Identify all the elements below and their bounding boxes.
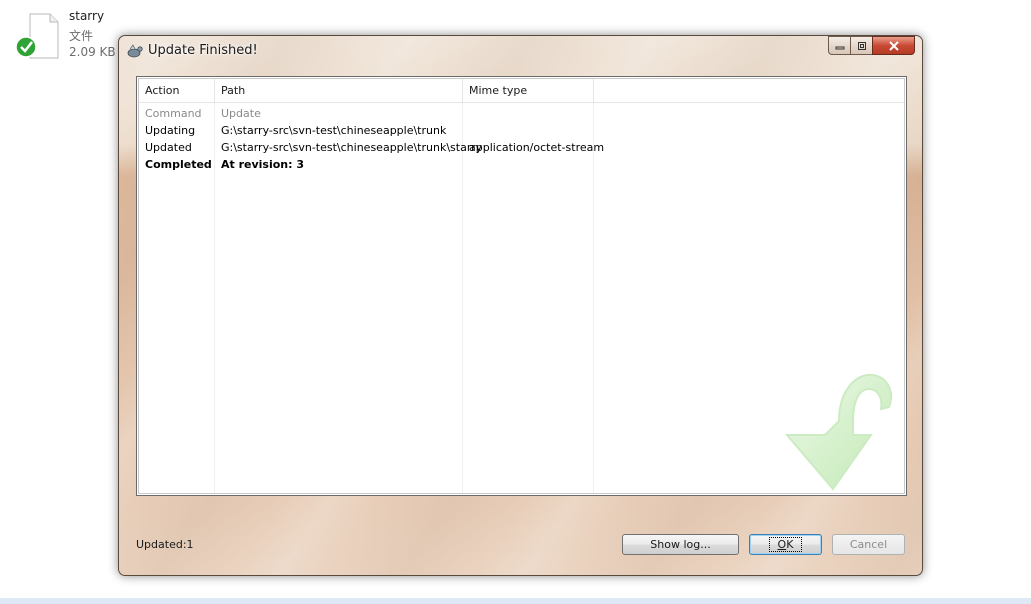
update-finished-dialog: Update Finished! Action Path Mime type C… [118,35,923,576]
column-header-action[interactable]: Action [139,79,215,102]
ok-mnemonic: O [777,538,787,551]
close-button[interactable] [872,36,915,55]
action-cell: Updated [145,141,192,154]
action-cell: Command [145,107,202,120]
minimize-button[interactable] [828,36,850,55]
tortoisesvn-icon [127,44,143,58]
action-cell: Updating [145,124,196,137]
ok-label: OK [768,537,803,552]
window-title: Update Finished! [148,43,258,58]
ok-button[interactable]: OK [749,534,822,555]
document-icon [15,13,59,59]
list-item[interactable]: Updating G:\starry-src\svn-test\chinesea… [139,122,904,139]
results-list-body: Action Path Mime type Command Update Upd… [138,78,905,494]
list-item[interactable]: Completed At revision: 3 [139,156,904,173]
caption-buttons [828,36,915,56]
column-header-mime-type[interactable]: Mime type [463,79,594,102]
file-size: 2.09 KB [69,45,116,59]
file-name: starry [69,9,105,23]
maximize-icon [857,41,866,50]
path-cell: G:\starry-src\svn-test\chineseapple\trun… [221,141,483,154]
mime-cell: application/octet-stream [469,141,605,154]
path-cell: G:\starry-src\svn-test\chineseapple\trun… [221,124,447,137]
desktop-strip [0,598,1031,604]
action-cell: Completed [145,158,212,171]
list-item[interactable]: Updated G:\starry-src\svn-test\chineseap… [139,139,904,156]
file-type: 文件 [69,29,94,43]
close-icon [888,40,899,51]
minimize-icon [835,46,844,49]
show-log-button[interactable]: Show log... [622,534,739,555]
path-cell: At revision: 3 [221,158,305,171]
cancel-button[interactable]: Cancel [832,534,905,555]
results-list[interactable]: Action Path Mime type Command Update Upd… [136,76,907,496]
list-item[interactable]: Command Update [139,105,904,122]
update-arrow-icon [784,373,892,491]
status-text: Updated:1 [136,538,194,551]
column-header-path[interactable]: Path [215,79,463,102]
list-header: Action Path Mime type [139,79,904,103]
ok-label-rest: K [786,538,794,551]
checkmark-icon [15,36,37,58]
path-cell: Update [221,107,261,120]
maximize-button[interactable] [850,36,872,55]
